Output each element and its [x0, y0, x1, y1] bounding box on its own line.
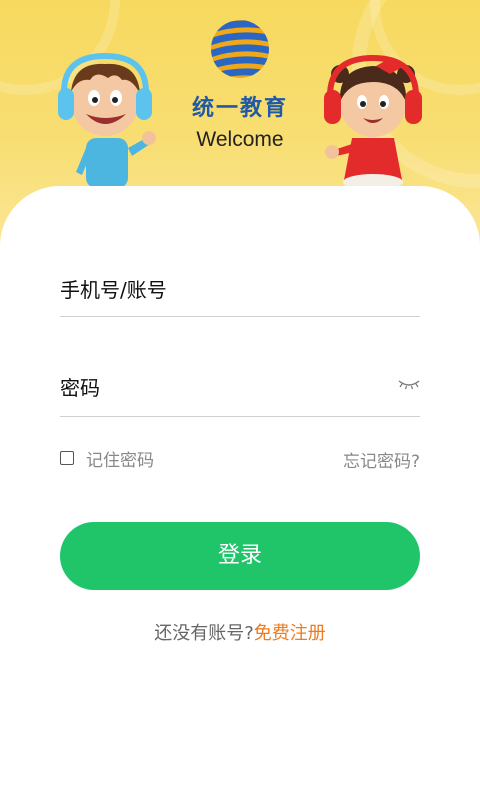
- account-label: 手机号/账号: [60, 278, 167, 302]
- register-prompt: 还没有账号?免费注册: [0, 619, 480, 645]
- register-question: 还没有账号?: [154, 623, 254, 644]
- forgot-password-link[interactable]: 忘记密码?: [343, 447, 420, 472]
- globe-logo-icon: [211, 20, 269, 78]
- checkbox-icon[interactable]: [60, 451, 74, 465]
- eye-closed-icon[interactable]: [398, 378, 420, 390]
- girl-mascot-illustration: [324, 54, 422, 190]
- password-field[interactable]: 密码: [60, 368, 420, 417]
- remember-password-option[interactable]: 记住密码: [60, 448, 154, 471]
- register-link[interactable]: 免费注册: [254, 623, 326, 644]
- login-button[interactable]: 登录: [60, 522, 420, 590]
- remember-password-label: 记住密码: [86, 450, 154, 471]
- account-field[interactable]: 手机号/账号: [60, 270, 420, 317]
- password-label: 密码: [60, 376, 100, 400]
- boy-mascot-illustration: [58, 52, 156, 188]
